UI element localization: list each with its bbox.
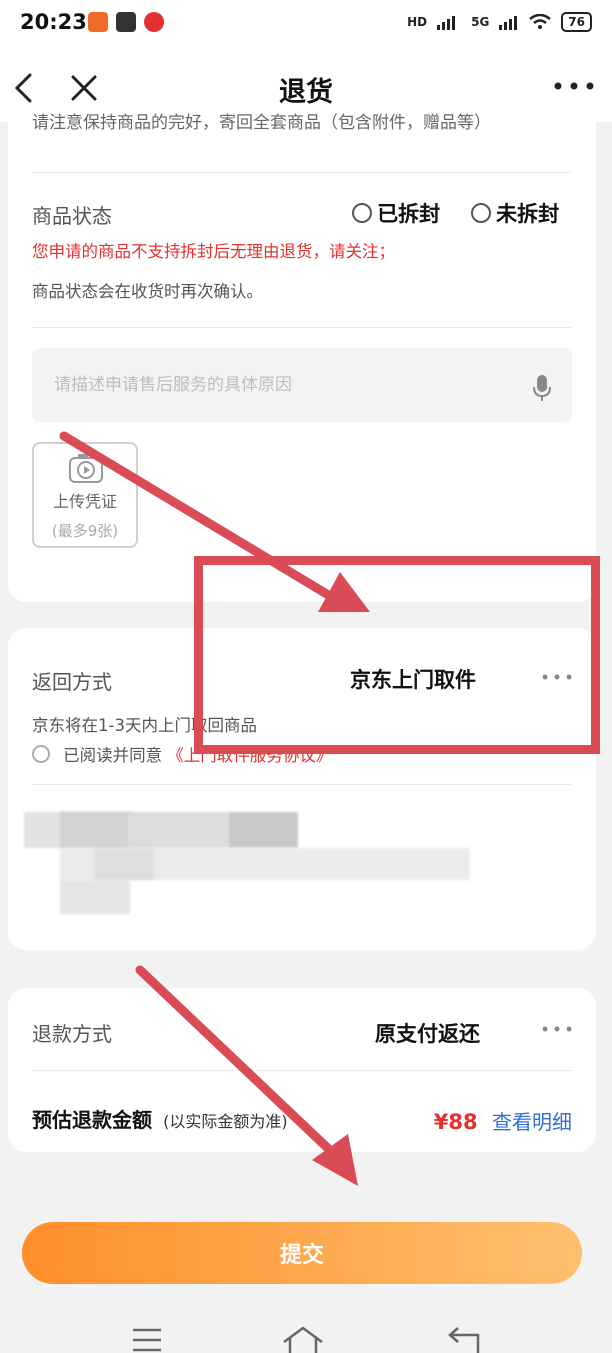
battery-icon: 76 bbox=[561, 12, 592, 32]
signal-icon bbox=[437, 16, 456, 30]
refund-estimate-row: 预估退款金额 (以实际金额为准) bbox=[32, 1104, 288, 1133]
radio-unopened[interactable] bbox=[471, 203, 491, 223]
app-notification-icon bbox=[144, 12, 164, 32]
reason-placeholder: 请描述申请售后服务的具体原因 bbox=[54, 375, 292, 395]
app-notification-icon bbox=[116, 12, 136, 32]
agree-prefix: 已阅读并同意 bbox=[63, 746, 163, 765]
unpack-warning: 您申请的商品不支持拆封后无理由退货，请关注； bbox=[32, 242, 395, 261]
view-detail-link[interactable]: 查看明细 bbox=[492, 1110, 572, 1134]
refund-card: 退款方式 原支付返还 预估退款金额 (以实际金额为准) ¥88 查看明细 bbox=[8, 988, 596, 1152]
refund-method-value[interactable]: 原支付返还 bbox=[375, 1018, 480, 1048]
refund-amount: ¥88 查看明细 bbox=[434, 1106, 572, 1135]
divider bbox=[32, 1070, 572, 1071]
radio-opened[interactable] bbox=[352, 203, 372, 223]
agree-radio[interactable] bbox=[32, 745, 50, 763]
divider bbox=[32, 327, 572, 328]
camera-video-icon bbox=[69, 454, 103, 483]
estimate-note: (以实际金额为准) bbox=[163, 1112, 288, 1131]
divider bbox=[32, 784, 572, 785]
packing-note: 请注意保持商品的完好，寄回全套商品（包含附件，赠品等） bbox=[32, 113, 491, 133]
reason-input[interactable]: 请描述申请售后服务的具体原因 bbox=[32, 348, 572, 422]
notification-icons bbox=[88, 12, 164, 32]
signal-icon bbox=[499, 16, 518, 30]
status-note: 商品状态会在收货时再次确认。 bbox=[32, 282, 263, 301]
status-time: 20:23 bbox=[20, 10, 87, 34]
submit-button[interactable]: 提交 bbox=[22, 1222, 582, 1284]
header: 退货 bbox=[0, 50, 612, 122]
menu-icon[interactable] bbox=[132, 1326, 162, 1352]
option-opened-label: 已拆封 bbox=[377, 202, 441, 226]
return-method-label: 返回方式 bbox=[32, 670, 112, 694]
network-indicator: 5G bbox=[471, 15, 490, 29]
product-status-card: 请注意保持商品的完好，寄回全套商品（包含附件，赠品等） 商品状态 已拆封 未拆封… bbox=[8, 113, 596, 602]
upload-limit: (最多9张) bbox=[51, 522, 119, 540]
page-title: 退货 bbox=[279, 77, 333, 108]
more-icon[interactable] bbox=[540, 1024, 574, 1034]
estimate-label: 预估退款金额 bbox=[32, 1108, 152, 1132]
hd-indicator: HD bbox=[407, 15, 428, 29]
option-unopened[interactable]: 未拆封 bbox=[471, 198, 559, 228]
more-icon[interactable] bbox=[552, 68, 596, 104]
system-nav-bar bbox=[0, 1310, 612, 1353]
status-bar: 20:23 HD 5G 76 bbox=[0, 0, 612, 50]
product-status-label: 商品状态 bbox=[32, 204, 112, 228]
refund-method-label: 退款方式 bbox=[32, 1022, 112, 1046]
option-opened[interactable]: 已拆封 bbox=[352, 198, 440, 228]
home-icon[interactable] bbox=[282, 1326, 324, 1353]
wifi-icon bbox=[529, 14, 552, 29]
upload-evidence-button[interactable]: 上传凭证 (最多9张) bbox=[32, 442, 138, 548]
app-notification-icon bbox=[88, 12, 108, 32]
option-unopened-label: 未拆封 bbox=[496, 202, 560, 226]
refund-price: ¥88 bbox=[433, 1110, 478, 1134]
status-indicators: HD 5G 76 bbox=[407, 12, 592, 32]
annotation-highlight-box bbox=[194, 556, 600, 754]
back-nav-icon[interactable] bbox=[448, 1326, 482, 1353]
upload-label: 上传凭证 bbox=[52, 492, 117, 511]
microphone-icon[interactable] bbox=[532, 374, 552, 402]
divider bbox=[32, 172, 572, 173]
